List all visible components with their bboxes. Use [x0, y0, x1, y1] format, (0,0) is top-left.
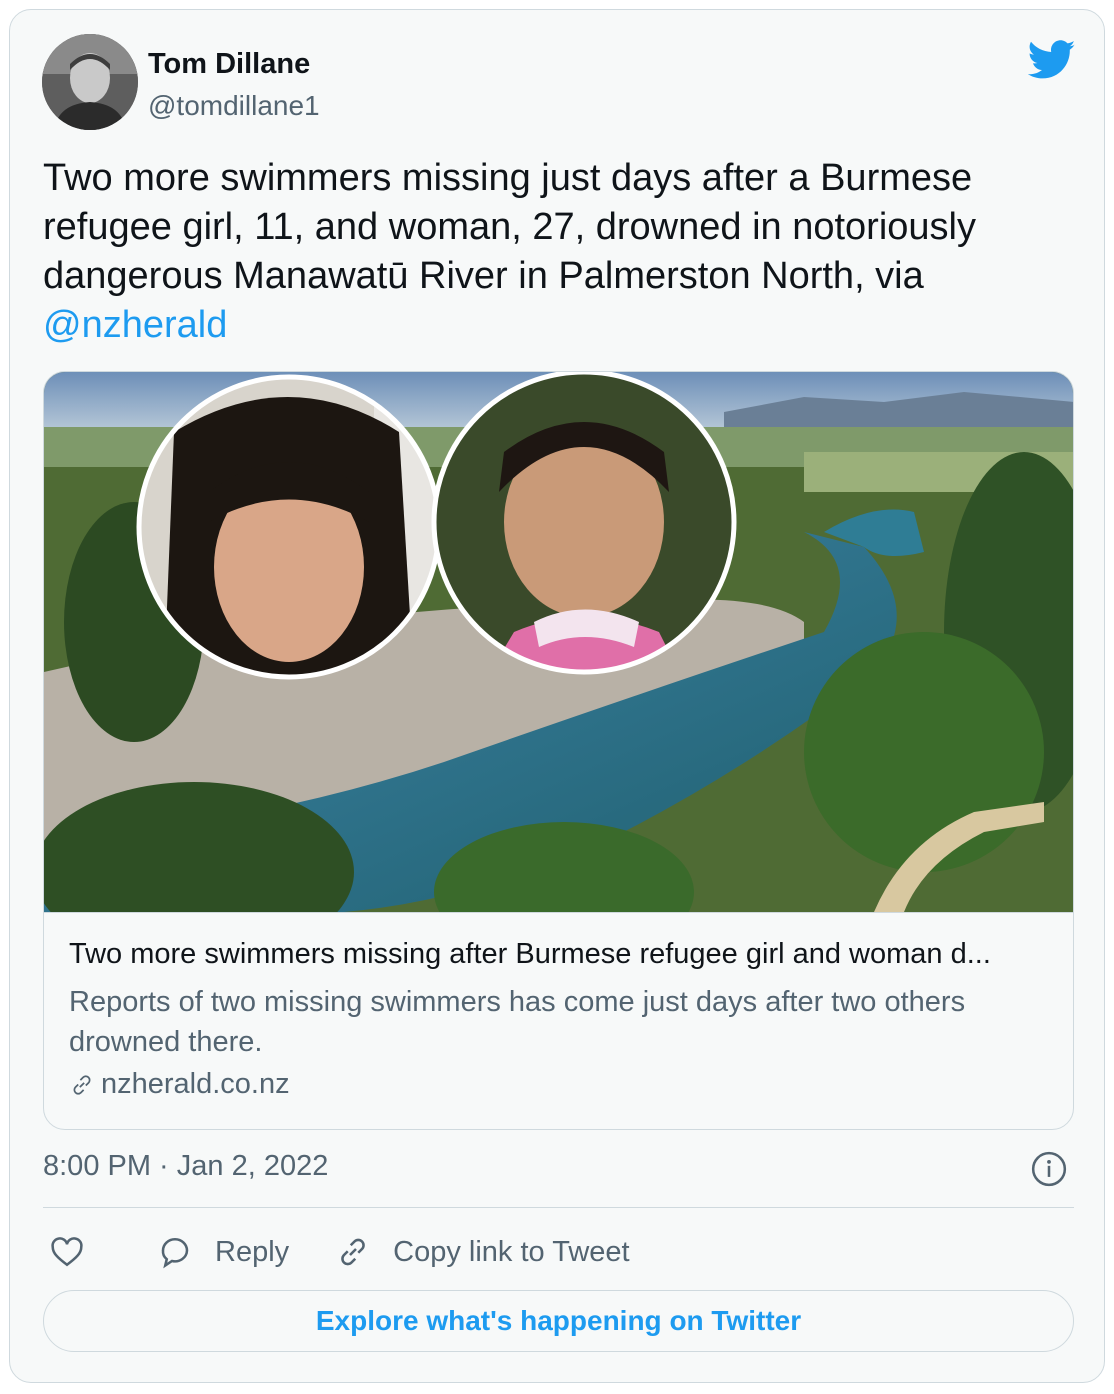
divider — [43, 1207, 1074, 1208]
link-chain-icon — [341, 1238, 365, 1266]
copy-link-label: Copy link to Tweet — [393, 1235, 630, 1268]
avatar[interactable] — [42, 34, 138, 130]
reply-button[interactable]: Reply — [157, 1234, 289, 1270]
tweet-timestamp[interactable]: 8:00 PM · Jan 2, 2022 — [43, 1150, 328, 1183]
reply-label: Reply — [215, 1235, 290, 1268]
card-title[interactable]: Two more swimmers missing after Burmese … — [69, 938, 1054, 971]
reply-bubble-icon — [161, 1237, 189, 1269]
embedded-tweet: Tom Dillane @tomdillane1 Two more swimme… — [9, 9, 1105, 1383]
twitter-bird-icon[interactable] — [1028, 40, 1076, 80]
info-icon[interactable] — [1030, 1150, 1068, 1188]
tweet-body: Two more swimmers missing just days afte… — [43, 157, 976, 297]
news-photo-icon[interactable] — [44, 372, 1074, 913]
card-domain-text: nzherald.co.nz — [101, 1068, 290, 1100]
tweet-text: Two more swimmers missing just days afte… — [43, 154, 1063, 350]
card-description: Reports of two missing swimmers has come… — [69, 986, 966, 1058]
card-domain: nzherald.co.nz — [69, 1068, 290, 1101]
profile-photo-icon — [42, 34, 138, 130]
copy-link-button[interactable]: Copy link to Tweet — [335, 1234, 630, 1270]
author-handle[interactable]: @tomdillane1 — [148, 90, 320, 122]
author-name[interactable]: Tom Dillane — [148, 48, 310, 81]
like-button[interactable] — [49, 1234, 85, 1270]
link-preview-card[interactable]: Two more swimmers missing after Burmese … — [43, 371, 1074, 1130]
link-icon — [73, 1074, 91, 1095]
explore-twitter-button[interactable]: Explore what's happening on Twitter — [43, 1290, 1074, 1352]
heart-icon — [51, 1237, 83, 1267]
action-bar: Reply Copy link to Tweet — [43, 1228, 630, 1276]
mention-link[interactable]: @nzherald — [43, 304, 227, 346]
